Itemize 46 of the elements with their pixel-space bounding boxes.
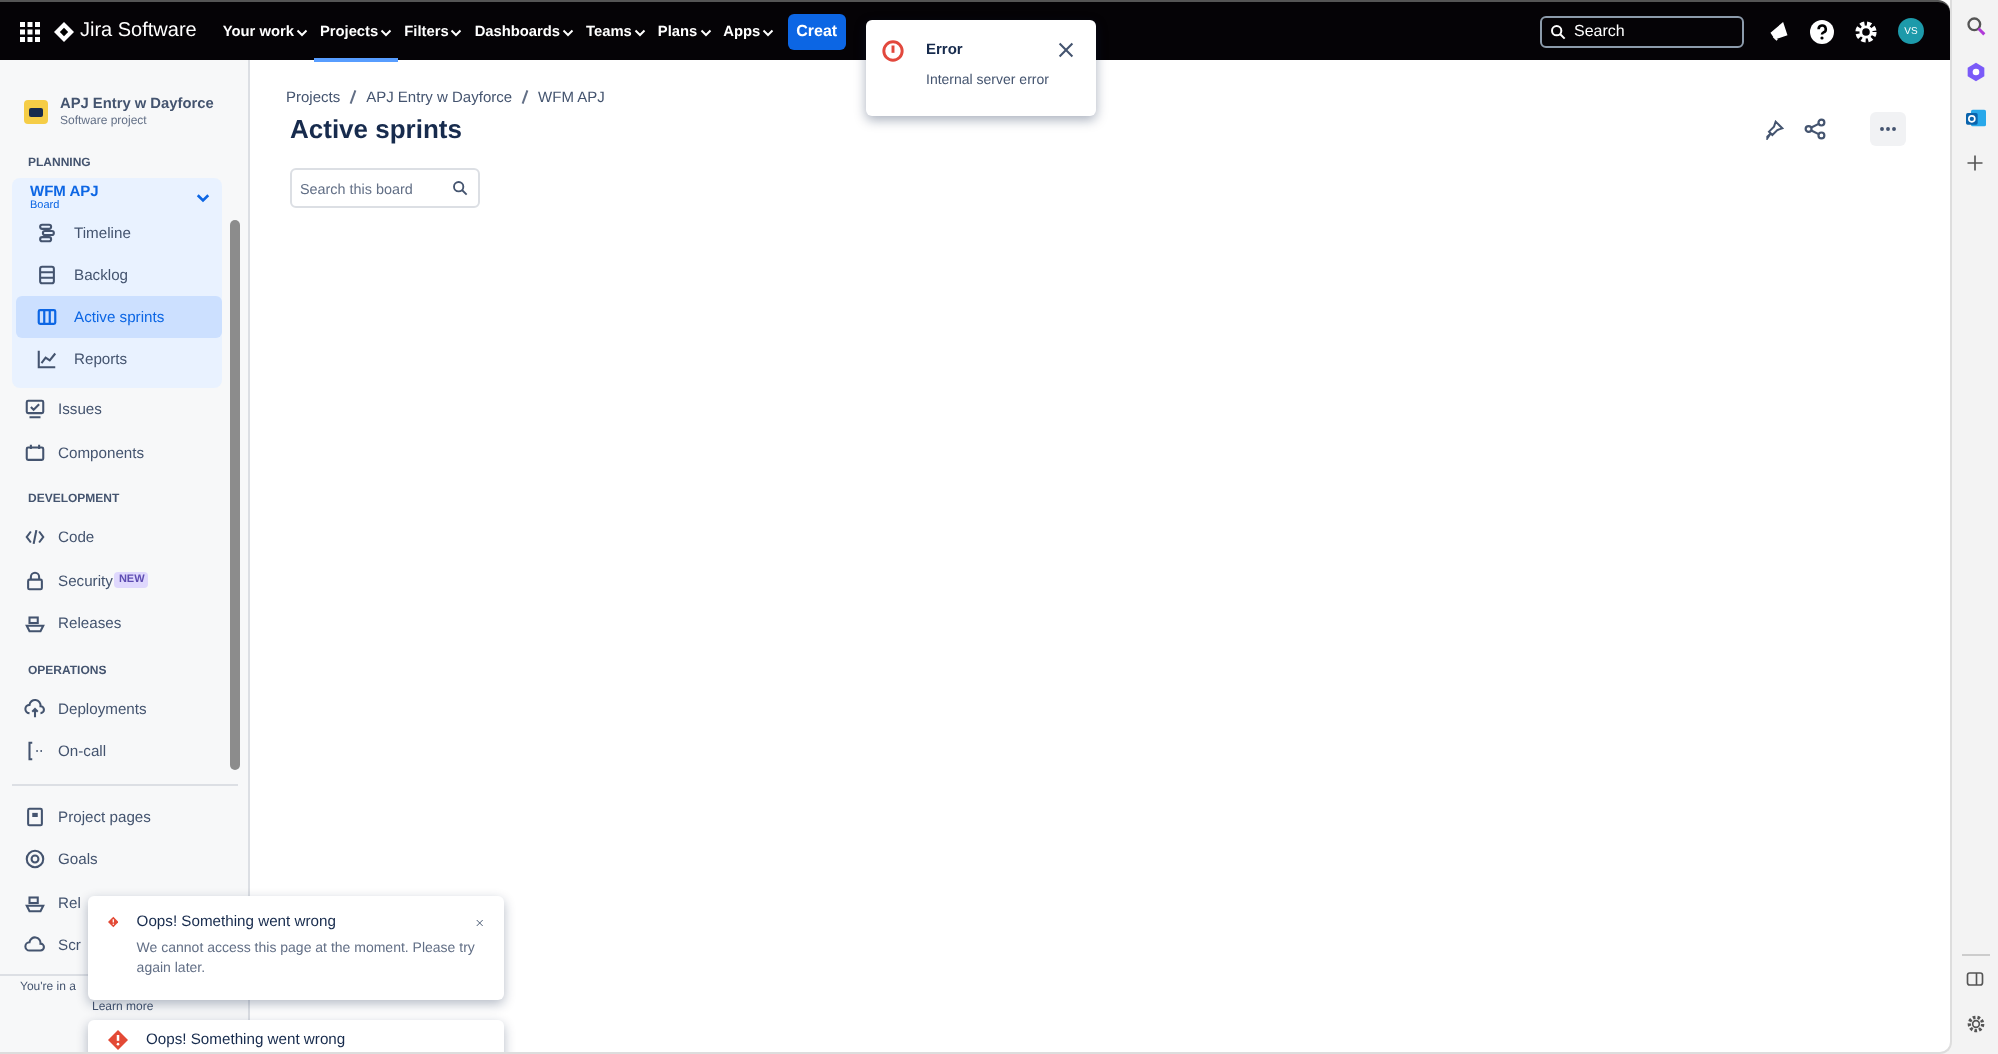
page-title: Active sprints [290,114,464,144]
product-logo[interactable]: Jira Software [80,20,197,42]
copilot-icon[interactable] [1965,62,1985,82]
search-icon [452,180,468,196]
more-icon [1878,126,1899,132]
box-icon [24,441,46,464]
chart-icon [36,348,58,370]
settings-icon[interactable] [1965,1014,1985,1034]
chevron-down-icon [380,25,393,37]
ship-icon [24,891,46,914]
search-icon[interactable] [1965,16,1985,36]
timeline-icon [36,222,58,244]
chevron-down-icon [699,25,712,37]
chevron-icon[interactable] [196,190,210,204]
cloud-icon [24,934,46,957]
page-icon [24,805,46,828]
cloud-upload-icon [24,697,46,720]
chevron-down-icon [450,25,463,37]
chevron-down-icon [762,25,775,37]
create-button[interactable]: Creat [788,13,846,49]
search-field[interactable]: Search [1540,15,1745,47]
warning-icon [108,912,119,932]
code-icon [24,526,46,549]
close-icon[interactable] [1058,42,1074,58]
chevron-down-icon [633,25,646,37]
ship-icon [24,612,46,635]
monitor-icon [24,398,46,421]
add-icon[interactable] [1966,154,1984,172]
backlog-icon [36,264,58,286]
share-icon[interactable] [1804,118,1827,140]
pin-icon[interactable] [1764,119,1785,139]
more-button[interactable] [1870,112,1907,146]
target-icon [24,848,46,871]
app-switcher-icon[interactable] [20,21,40,41]
mail-app-icon[interactable] [1965,108,1985,128]
close-icon[interactable] [476,916,484,930]
project-avatar-icon [24,99,48,123]
chevron-down-icon [562,25,575,37]
columns-icon [36,306,58,328]
split-view-icon[interactable] [1966,970,1984,988]
help-icon[interactable] [1810,19,1835,43]
search-icon [1550,23,1567,39]
lock-icon [24,569,46,592]
diamond-logo-icon[interactable] [54,21,74,41]
chevron-down-icon [295,25,308,37]
power-error-icon [882,40,904,62]
